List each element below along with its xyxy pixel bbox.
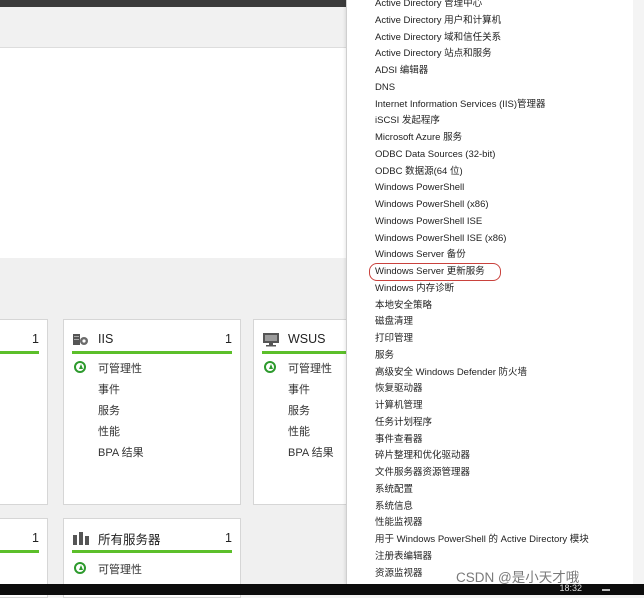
dashboard-header-area [0, 7, 350, 48]
menu-item-0[interactable]: Active Directory 管理中心 [375, 0, 482, 12]
tile-status-bar [72, 550, 232, 553]
menu-item-7[interactable]: iSCSI 发起程序 [375, 113, 440, 129]
menu-item-15[interactable]: Windows Server 备份 [375, 247, 466, 263]
tile-item-bpa-results[interactable]: BPA 结果 [98, 444, 144, 460]
tile-status-bar [72, 351, 232, 354]
tile-item-performance[interactable]: 性能 [288, 423, 310, 439]
scrollbar-thumb[interactable] [602, 589, 610, 591]
menu-item-16[interactable]: Windows Server 更新服务 [375, 264, 485, 280]
welcome-panel [0, 48, 350, 258]
wsus-server-icon [262, 331, 280, 347]
menu-item-27[interactable]: 碎片整理和优化驱动器 [375, 448, 470, 464]
tile-item-manageability[interactable]: 可管理性 [288, 360, 332, 376]
menu-item-23[interactable]: 恢复驱动器 [375, 381, 423, 397]
role-tile-iis[interactable]: IIS 1 可管理性 事件 服务 性能 BPA 结果 [63, 319, 241, 505]
window-edge [633, 0, 644, 584]
tile-title: 所有服务器 [98, 532, 161, 547]
tile-item-performance[interactable]: 性能 [98, 423, 120, 439]
menu-item-28[interactable]: 文件服务器资源管理器 [375, 465, 470, 481]
tile-item-services[interactable]: 服务 [98, 402, 120, 418]
iis-server-icon [72, 331, 90, 347]
menu-item-26[interactable]: 事件查看器 [375, 432, 423, 448]
menu-item-11[interactable]: Windows PowerShell [375, 180, 464, 196]
taskbar: 18:32 [0, 583, 644, 595]
taskbar-clock: 18:32 [559, 583, 582, 593]
menu-item-14[interactable]: Windows PowerShell ISE (x86) [375, 231, 506, 247]
menu-item-17[interactable]: Windows 内存诊断 [375, 281, 454, 297]
menu-item-5[interactable]: DNS [375, 80, 395, 96]
tile-count: 1 [225, 531, 232, 545]
tile-status-bar [262, 351, 354, 354]
tile-count: 1 [32, 531, 39, 545]
menu-item-4[interactable]: ADSI 编辑器 [375, 63, 428, 79]
menu-item-25[interactable]: 任务计划程序 [375, 415, 432, 431]
menu-item-13[interactable]: Windows PowerShell ISE [375, 214, 482, 230]
menu-item-31[interactable]: 性能监视器 [375, 515, 423, 531]
menu-item-9[interactable]: ODBC Data Sources (32-bit) [375, 147, 495, 163]
menu-item-1[interactable]: Active Directory 用户和计算机 [375, 13, 501, 29]
menu-item-20[interactable]: 打印管理 [375, 331, 413, 347]
menu-item-19[interactable]: 磁盘清理 [375, 314, 413, 330]
menu-item-2[interactable]: Active Directory 域和信任关系 [375, 30, 501, 46]
menu-item-8[interactable]: Microsoft Azure 服务 [375, 130, 462, 146]
tile-item-manageability[interactable]: 可管理性 [98, 360, 142, 376]
tile-item-events[interactable]: 事件 [288, 381, 310, 397]
tile-status-bar [0, 550, 39, 553]
menu-item-32[interactable]: 用于 Windows PowerShell 的 Active Directory… [375, 532, 589, 548]
menu-item-24[interactable]: 计算机管理 [375, 398, 423, 414]
role-tile-partial-top[interactable]: 1 [0, 319, 48, 505]
menu-item-6[interactable]: Internet Information Services (IIS)管理器 [375, 97, 546, 113]
tile-item-manageability[interactable]: 可管理性 [98, 561, 142, 577]
menu-item-12[interactable]: Windows PowerShell (x86) [375, 197, 489, 213]
menu-item-10[interactable]: ODBC 数据源(64 位) [375, 164, 463, 180]
status-ok-icon [74, 562, 86, 574]
menu-item-18[interactable]: 本地安全策略 [375, 298, 432, 314]
server-group-icon [72, 530, 90, 546]
menu-item-34[interactable]: 资源监视器 [375, 566, 423, 582]
status-ok-icon [264, 361, 276, 373]
tile-item-services[interactable]: 服务 [288, 402, 310, 418]
tools-menu[interactable]: Active Directory 管理中心 Active Directory 用户… [346, 0, 634, 584]
tile-count: 1 [32, 332, 39, 346]
tile-title: WSUS [288, 332, 326, 346]
menu-item-29[interactable]: 系统配置 [375, 482, 413, 498]
tile-status-bar [0, 351, 39, 354]
tile-title: IIS [98, 332, 114, 346]
tile-item-bpa-results[interactable]: BPA 结果 [288, 444, 334, 460]
menu-item-21[interactable]: 服务 [375, 348, 394, 364]
menu-item-22[interactable]: 高级安全 Windows Defender 防火墙 [375, 365, 527, 381]
status-ok-icon [74, 361, 86, 373]
menu-item-30[interactable]: 系统信息 [375, 499, 413, 515]
tile-count: 1 [225, 332, 232, 346]
menu-item-33[interactable]: 注册表编辑器 [375, 549, 432, 565]
window-title-bar [0, 0, 350, 7]
menu-item-3[interactable]: Active Directory 站点和服务 [375, 46, 492, 62]
tile-item-events[interactable]: 事件 [98, 381, 120, 397]
